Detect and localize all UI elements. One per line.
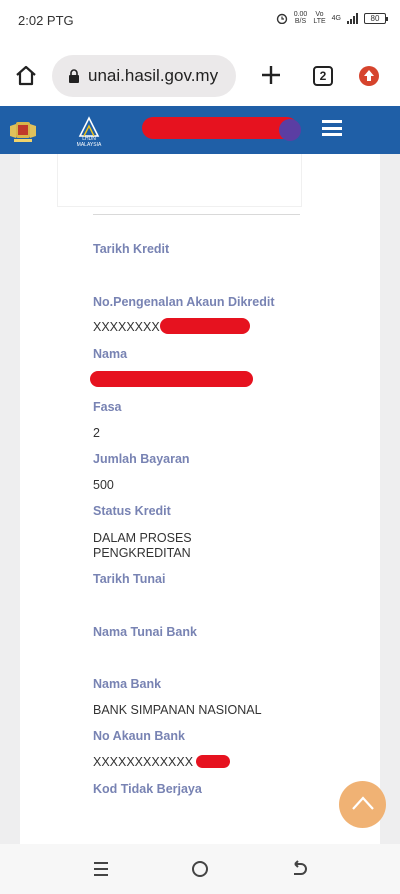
volte-top: Vo bbox=[315, 11, 324, 18]
value-jumlah-bayaran: 500 bbox=[93, 478, 114, 492]
scroll-top-button[interactable] bbox=[339, 781, 386, 828]
label-tarikh-tunai: Tarikh Tunai bbox=[93, 572, 166, 586]
home-icon[interactable] bbox=[14, 64, 38, 88]
menu-icon[interactable] bbox=[322, 120, 342, 136]
value-status-kredit-line1: DALAM PROSES bbox=[93, 531, 192, 545]
label-no-akaun-dikredit: No.Pengenalan Akaun Dikredit bbox=[93, 295, 275, 309]
redacted-user-name bbox=[142, 117, 298, 139]
value-nama-bank: BANK SIMPANAN NASIONAL bbox=[93, 703, 262, 717]
label-status-kredit: Status Kredit bbox=[93, 504, 171, 518]
profile-icon[interactable] bbox=[279, 119, 301, 141]
label-nama-bank: Nama Bank bbox=[93, 677, 162, 691]
status-bar: 2:02 PTG 0.00 B/S Vo LTE 4G 80 bbox=[0, 0, 400, 44]
volte-indicator: Vo LTE bbox=[313, 11, 325, 25]
redaction-bank-account bbox=[196, 755, 230, 768]
system-nav-bar bbox=[0, 844, 400, 894]
label-fasa: Fasa bbox=[93, 400, 122, 414]
label-nama-tunai-bank: Nama Tunai Bank bbox=[93, 625, 197, 639]
signal-icon bbox=[347, 12, 358, 24]
section-divider bbox=[93, 214, 300, 215]
value-no-akaun-bank: XXXXXXXXXXXX bbox=[93, 755, 194, 769]
network-type: 4G bbox=[331, 14, 341, 22]
value-no-akaun-dikredit: XXXXXXXX bbox=[93, 320, 160, 334]
browser-toolbar: unai.hasil.gov.my 2 bbox=[0, 44, 400, 106]
net-speed-value: 0.00 bbox=[293, 11, 308, 18]
volte-bottom: LTE bbox=[313, 18, 326, 25]
label-no-akaun-bank: No Akaun Bank bbox=[93, 729, 185, 743]
lock-icon[interactable] bbox=[68, 69, 80, 83]
label-jumlah-bayaran: Jumlah Bayaran bbox=[93, 452, 190, 466]
lhdn-logo: LHDN MALAYSIA bbox=[70, 116, 108, 148]
lhdn-logo-text-bottom: MALAYSIA bbox=[76, 142, 102, 148]
plus-icon[interactable] bbox=[261, 65, 281, 85]
label-tarikh-kredit: Tarikh Kredit bbox=[93, 242, 170, 256]
address-bar[interactable]: unai.hasil.gov.my bbox=[52, 55, 236, 97]
home-circle-icon[interactable] bbox=[190, 860, 210, 878]
value-fasa: 2 bbox=[93, 426, 100, 440]
lhdn-logo-text: LHDN MALAYSIA bbox=[70, 136, 108, 148]
tabs-button[interactable]: 2 bbox=[313, 66, 333, 86]
recents-icon[interactable] bbox=[91, 860, 111, 878]
battery-icon: 80 bbox=[364, 12, 388, 24]
alarm-icon bbox=[276, 13, 287, 24]
crest-logo bbox=[10, 122, 36, 142]
value-status-kredit-line2: PENGKREDITAN bbox=[93, 546, 191, 560]
status-time: 2:02 PTG bbox=[18, 13, 74, 28]
net-speed: 0.00 B/S bbox=[294, 11, 308, 25]
scroll-top-icon bbox=[352, 796, 374, 810]
content-card bbox=[20, 154, 380, 844]
back-icon[interactable] bbox=[289, 860, 309, 878]
status-icons: 0.00 B/S Vo LTE 4G 80 bbox=[276, 11, 388, 25]
label-nama: Nama bbox=[93, 347, 128, 361]
update-icon[interactable] bbox=[359, 66, 379, 86]
url-text[interactable]: unai.hasil.gov.my bbox=[88, 66, 218, 86]
net-speed-unit: B/S bbox=[294, 18, 307, 25]
redaction-account-number bbox=[160, 318, 250, 334]
label-kod-tidak-berjaya: Kod Tidak Berjaya bbox=[93, 782, 202, 796]
card-inner-box bbox=[57, 154, 302, 207]
redaction-name bbox=[90, 371, 253, 387]
